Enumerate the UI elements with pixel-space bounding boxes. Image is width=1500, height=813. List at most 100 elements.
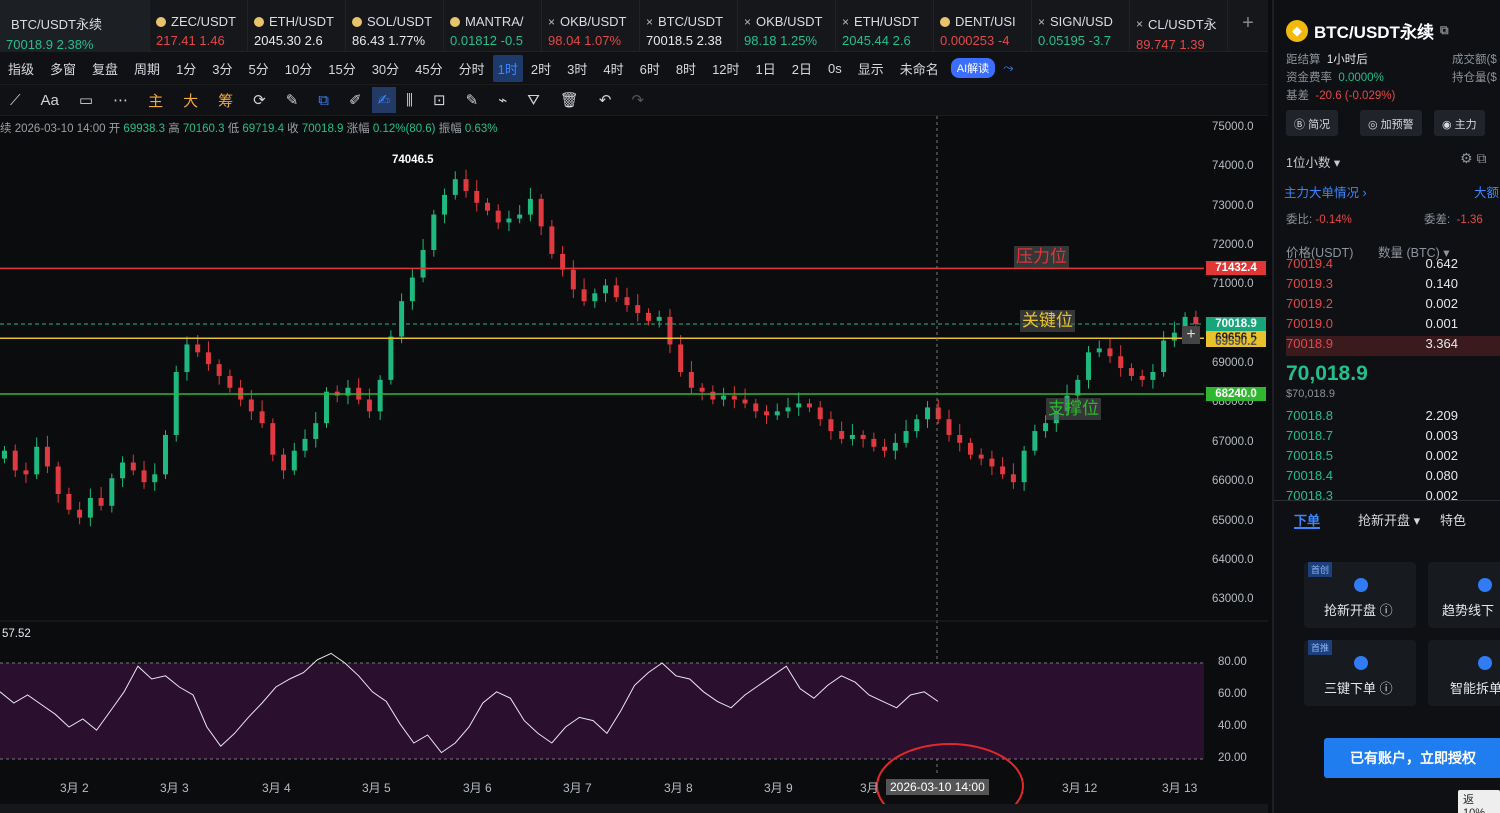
toolbar-item[interactable]: 3分 — [204, 59, 240, 78]
close-icon[interactable]: × — [744, 15, 751, 29]
tab-new-listing[interactable]: 抢新开盘 ▾ — [1358, 510, 1420, 529]
toolbar-item[interactable]: 指级 — [0, 59, 42, 78]
toolbar-item[interactable]: 显示 — [850, 59, 892, 78]
share-icon[interactable]: ⤳ — [995, 60, 1021, 76]
big-orders-tab[interactable]: 大额 — [1474, 182, 1499, 201]
toolbar-item[interactable]: 15分 — [320, 59, 363, 78]
big-order-button[interactable]: 大 — [173, 90, 208, 111]
toolbar-item[interactable]: 3时 — [559, 59, 595, 78]
chip-button[interactable]: 筹 — [208, 90, 243, 111]
authorize-button[interactable]: 已有账户，立即授权 — [1324, 738, 1500, 778]
orderbook-row[interactable]: 70018.4 0.080 — [1286, 468, 1500, 488]
close-icon[interactable]: × — [646, 15, 653, 29]
chart-area[interactable]: 续 2026-03-10 14:00 开 69938.3 高 70160.3 低… — [0, 116, 1268, 813]
toolbar-item[interactable]: 多窗 — [42, 59, 84, 78]
symbol-tab[interactable]: MANTRA/0.01812 -0.5 — [444, 0, 542, 52]
level-price-tag: 68240.0 — [1206, 387, 1266, 402]
precision-select[interactable]: 1位小数 ▾ — [1286, 152, 1340, 171]
orderbook-row[interactable]: 70018.9 3.364 — [1286, 336, 1500, 356]
toolbar-item[interactable]: 周期 — [126, 59, 168, 78]
toolbar-item[interactable]: 分时 — [451, 59, 493, 78]
copy-icon[interactable]: ⧉ — [308, 92, 339, 109]
toolbar-item[interactable]: 2日 — [784, 59, 820, 78]
toolbar-item[interactable]: 未命名 — [892, 59, 947, 78]
add-tab-button[interactable]: + — [1228, 0, 1268, 51]
symbol-tab[interactable]: × ETH/USDT 2045.44 2.6 — [836, 0, 934, 52]
redo-icon[interactable]: ↷ — [621, 91, 654, 109]
tab-features[interactable]: 特色 — [1440, 510, 1466, 529]
main-force-button[interactable]: ◉ 主力 — [1434, 110, 1485, 136]
toolbar-item[interactable]: 8时 — [668, 59, 704, 78]
toolbar-item[interactable]: 6时 — [632, 59, 668, 78]
tab-symbol: CL/USDT永 — [1148, 17, 1217, 32]
line-tool-icon[interactable]: ⟋ — [0, 92, 31, 109]
toolbar-item[interactable]: 30分 — [364, 59, 407, 78]
close-icon[interactable]: × — [548, 15, 555, 29]
lock-icon[interactable]: ⊡ — [423, 91, 456, 109]
toolbar-item[interactable]: 1时 — [492, 54, 523, 82]
orderbook-row[interactable]: 70019.3 0.140 — [1286, 276, 1500, 296]
settings-icon[interactable]: ⚙ ⧉ — [1460, 150, 1486, 167]
orderbook-row[interactable]: 70019.2 0.002 — [1286, 296, 1500, 316]
coin-icon[interactable] — [352, 16, 362, 27]
orderbook-row[interactable]: 70018.5 0.002 — [1286, 448, 1500, 468]
magnet-icon[interactable]: ⌁ — [488, 91, 517, 109]
trash-icon[interactable]: 🗑 — [550, 91, 589, 109]
pen-icon[interactable]: ✐ — [339, 91, 372, 109]
text-tool-button[interactable]: Aa — [31, 92, 69, 109]
brush-icon[interactable]: ✎ — [276, 91, 309, 109]
toolbar-item[interactable]: 1分 — [168, 59, 204, 78]
card-smart-split[interactable]: 智能拆单 — [1428, 640, 1500, 706]
symbol-tab[interactable]: DENT/USI 0.000253 -4 — [934, 0, 1032, 52]
card-new-listing[interactable]: 首创 抢新开盘 ⓘ — [1304, 562, 1416, 628]
candlestick-chart[interactable] — [0, 116, 1268, 813]
price-axis-label: 65000.0 — [1212, 514, 1254, 527]
sync-icon[interactable]: ⟳ — [243, 91, 276, 109]
compare-icon[interactable]: ⫼ — [396, 92, 423, 109]
symbol-tab[interactable]: × CL/USDT永 89.747 1.39 — [1130, 0, 1228, 52]
filter-icon[interactable]: ⛛ — [517, 92, 550, 109]
coin-icon[interactable] — [450, 16, 460, 27]
draw-mode-icon[interactable]: ✍ — [371, 87, 397, 113]
symbol-tab[interactable]: SOL/USDT 86.43 1.77% — [346, 0, 444, 52]
edit-icon[interactable]: ✎ — [456, 91, 489, 109]
orderbook-row[interactable]: 70019.4 0.642 — [1286, 256, 1500, 276]
coin-icon[interactable] — [156, 16, 166, 27]
toolbar-item[interactable]: 1日 — [748, 59, 784, 78]
whale-orders-link[interactable]: 主力大单情况 › — [1284, 182, 1367, 201]
symbol-tab[interactable]: ETH/USDT 2045.30 2.6 — [248, 0, 346, 52]
symbol-tab[interactable]: × SIGN/USD 0.05195 -3.7 — [1032, 0, 1130, 52]
orderbook-row[interactable]: 70019.0 0.001 — [1286, 316, 1500, 336]
toolbar-item[interactable]: 4时 — [595, 59, 631, 78]
toolbar-item[interactable]: 45分 — [407, 59, 450, 78]
main-indicator-button[interactable]: 主 — [138, 90, 173, 111]
symbol-tab[interactable]: × OKB/USDT 98.18 1.25% — [738, 0, 836, 52]
toolbar-item[interactable]: 12时 — [704, 59, 747, 78]
toolbar-item[interactable]: 2时 — [523, 59, 559, 78]
toolbar-item[interactable]: 5分 — [241, 59, 277, 78]
window-icon[interactable]: ⧉ — [1440, 23, 1449, 38]
toolbar-item[interactable]: 10分 — [277, 59, 320, 78]
orderbook-row[interactable]: 70018.8 2.209 — [1286, 408, 1500, 428]
close-icon[interactable]: × — [842, 15, 849, 29]
symbol-tab[interactable]: × OKB/USDT 98.04 1.07% — [542, 0, 640, 52]
close-icon[interactable]: × — [1136, 17, 1143, 31]
card-three-key[interactable]: 首推 三键下单 ⓘ — [1304, 640, 1416, 706]
symbol-tab[interactable]: × BTC/USDT 70018.5 2.38 — [640, 0, 738, 52]
symbol-tab[interactable]: BTC/USDT永续 70018.9 2.38% — [0, 0, 150, 52]
card-trendline-order[interactable]: 趋势线下 — [1428, 562, 1500, 628]
alert-button[interactable]: ◎ 加预警 — [1360, 110, 1422, 136]
more-tools-button[interactable]: ⋯ — [103, 91, 138, 109]
toolbar-item[interactable]: 复盘 — [84, 59, 126, 78]
undo-icon[interactable]: ↶ — [589, 91, 622, 109]
ai-interpret-button[interactable]: AI解读 — [950, 58, 996, 78]
orderbook-row[interactable]: 70018.7 0.003 — [1286, 428, 1500, 448]
symbol-tab[interactable]: ZEC/USDT 217.41 1.46 — [150, 0, 248, 52]
coin-icon[interactable] — [254, 16, 264, 27]
close-icon[interactable]: × — [1038, 15, 1045, 29]
coin-icon[interactable] — [940, 16, 950, 27]
overview-button[interactable]: Ⓑ 简况 — [1286, 110, 1339, 136]
rebate-badge[interactable]: 返10% — [1458, 790, 1500, 813]
rect-tool-icon[interactable]: ▭ — [69, 91, 103, 109]
toolbar-item[interactable]: 0s — [820, 61, 850, 76]
